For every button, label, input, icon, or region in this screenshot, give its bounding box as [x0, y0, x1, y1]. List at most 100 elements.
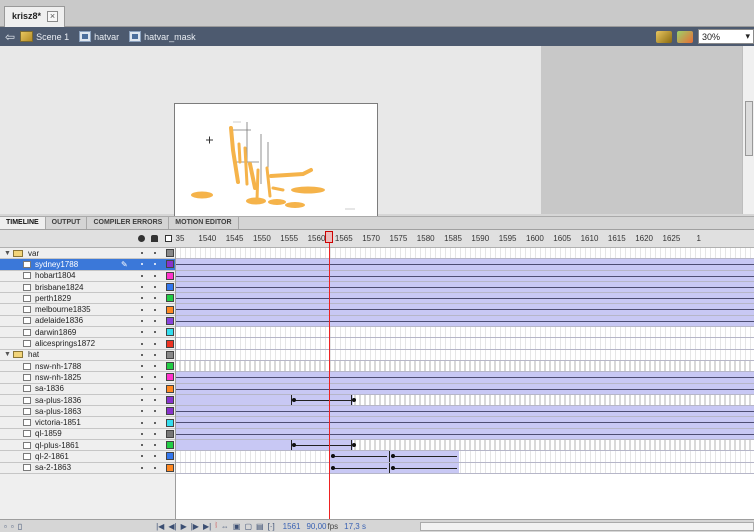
layer-toggle-dot[interactable]: [141, 297, 143, 300]
layer-color-swatch[interactable]: [166, 350, 174, 359]
layer-color-swatch[interactable]: [166, 396, 174, 404]
layer-toggle-dot[interactable]: [141, 376, 143, 379]
layer-toggle-dot[interactable]: [141, 399, 143, 401]
keyframe-dot[interactable]: [391, 465, 395, 470]
next-frame-icon[interactable]: |▶: [191, 522, 199, 531]
motion-tween-span[interactable]: [329, 462, 389, 473]
playhead-handle[interactable]: [325, 231, 333, 243]
tab-timeline[interactable]: TIMELINE: [0, 217, 46, 229]
breadcrumb-symbol[interactable]: hatvar: [79, 31, 119, 42]
frame-grid[interactable]: [176, 248, 754, 519]
lock-icon[interactable]: [151, 235, 158, 242]
layer-row[interactable]: melbourne1835: [0, 304, 175, 316]
layer-row[interactable]: sa-plus-1863: [0, 406, 175, 418]
layer-toggle-dot[interactable]: [154, 365, 156, 368]
motion-tween-span[interactable]: [389, 451, 459, 462]
frame-row[interactable]: [176, 349, 754, 361]
layer-toggle-dot[interactable]: [141, 365, 143, 368]
eye-icon[interactable]: [138, 235, 145, 242]
layer-row[interactable]: ql-plus-1861: [0, 440, 175, 452]
layer-toggle-dot[interactable]: [141, 410, 143, 413]
frame-row[interactable]: [176, 428, 754, 441]
frame-row[interactable]: [176, 406, 754, 418]
layer-row[interactable]: brisbane1824: [0, 282, 175, 294]
loop-icon[interactable]: ⇔: [221, 522, 229, 531]
layer-color-swatch[interactable]: [166, 271, 174, 280]
layer-color-swatch[interactable]: [166, 249, 174, 258]
frame-row[interactable]: [176, 451, 754, 463]
layer-folder-row[interactable]: ▼ var: [0, 248, 175, 260]
layer-toggle-dot[interactable]: [141, 274, 143, 277]
close-tab-icon[interactable]: ×: [47, 11, 59, 22]
layer-row[interactable]: sa-1836: [0, 384, 175, 395]
keyframe-dot[interactable]: [331, 465, 335, 470]
outline-icon[interactable]: [165, 235, 172, 242]
pasteboard[interactable]: [0, 46, 541, 248]
frame-row[interactable]: [176, 248, 754, 260]
layer-row[interactable]: sydney1788 ✎: [0, 259, 175, 271]
layer-color-swatch[interactable]: [166, 316, 174, 325]
layer-color-swatch[interactable]: [166, 429, 174, 438]
edit-symbols-icon[interactable]: [677, 30, 693, 43]
layer-color-swatch[interactable]: [166, 283, 174, 292]
document-tab[interactable]: krisz8* ×: [4, 6, 66, 27]
zoom-select[interactable]: 30% ▾: [698, 29, 754, 44]
frame-row[interactable]: [176, 338, 754, 350]
frame-row[interactable]: [176, 417, 754, 429]
layer-toggle-dot[interactable]: [154, 252, 156, 255]
breadcrumb-scene[interactable]: Scene 1: [20, 31, 69, 42]
layer-toggle-dot[interactable]: [141, 432, 143, 435]
layer-row[interactable]: perth1829: [0, 293, 175, 305]
keyframe-dot[interactable]: [352, 443, 356, 448]
tab-motion-editor[interactable]: MOTION EDITOR: [169, 217, 239, 229]
layer-color-swatch[interactable]: [166, 339, 174, 348]
layer-toggle-dot[interactable]: [154, 263, 156, 266]
frame-span[interactable]: [176, 394, 291, 406]
layer-toggle-dot[interactable]: [141, 455, 143, 458]
layer-color-swatch[interactable]: [166, 294, 174, 303]
layer-row[interactable]: hobart1804: [0, 271, 175, 282]
layer-toggle-dot[interactable]: [154, 319, 156, 322]
frame-span[interactable]: [176, 440, 291, 451]
delete-layer-icon[interactable]: ▯: [18, 522, 22, 531]
edit-scene-icon[interactable]: [656, 30, 672, 43]
frame-row[interactable]: [176, 394, 754, 407]
layer-color-swatch[interactable]: [166, 260, 174, 269]
back-arrow-icon[interactable]: ⇦: [5, 30, 15, 44]
layer-toggle-dot[interactable]: [154, 387, 156, 390]
frame-row[interactable]: [176, 372, 754, 384]
layer-toggle-dot[interactable]: [154, 286, 156, 289]
keyframe-dot[interactable]: [292, 397, 296, 402]
layer-toggle-dot[interactable]: [154, 274, 156, 277]
folder-expand-icon[interactable]: ▼: [4, 351, 11, 358]
layer-row[interactable]: nsw-nh-1788: [0, 361, 175, 373]
layer-color-swatch[interactable]: [166, 373, 174, 382]
layer-row[interactable]: ql-1859: [0, 429, 175, 441]
layer-toggle-dot[interactable]: [154, 353, 156, 356]
tab-output[interactable]: OUTPUT: [46, 217, 88, 229]
layer-toggle-dot[interactable]: [154, 421, 156, 424]
new-layer-icon[interactable]: ▫: [4, 522, 7, 531]
layer-toggle-dot[interactable]: [154, 342, 156, 345]
layer-toggle-dot[interactable]: [154, 308, 156, 311]
breadcrumb-symbol[interactable]: hatvar_mask: [129, 31, 196, 42]
layer-toggle-dot[interactable]: [141, 252, 143, 255]
layer-row[interactable]: ql-2-1861: [0, 451, 175, 463]
layer-color-swatch[interactable]: [166, 441, 174, 450]
layer-row[interactable]: darwin1869: [0, 327, 175, 339]
layer-toggle-dot[interactable]: [154, 376, 156, 379]
layer-color-swatch[interactable]: [166, 418, 174, 427]
layer-color-swatch[interactable]: [166, 384, 174, 393]
layer-toggle-dot[interactable]: [154, 331, 156, 334]
frame-row[interactable]: [176, 327, 754, 339]
layer-row[interactable]: adelaide1836: [0, 316, 175, 328]
layer-toggle-dot[interactable]: [141, 466, 143, 469]
layer-toggle-dot[interactable]: [141, 342, 143, 345]
frame-row[interactable]: [176, 360, 754, 373]
layer-toggle-dot[interactable]: [141, 263, 143, 266]
frame-row[interactable]: [176, 259, 754, 271]
layer-toggle-dot[interactable]: [141, 331, 143, 334]
motion-tween-span[interactable]: [389, 462, 459, 473]
layer-toggle-dot[interactable]: [141, 308, 143, 311]
layer-toggle-dot[interactable]: [141, 319, 143, 322]
